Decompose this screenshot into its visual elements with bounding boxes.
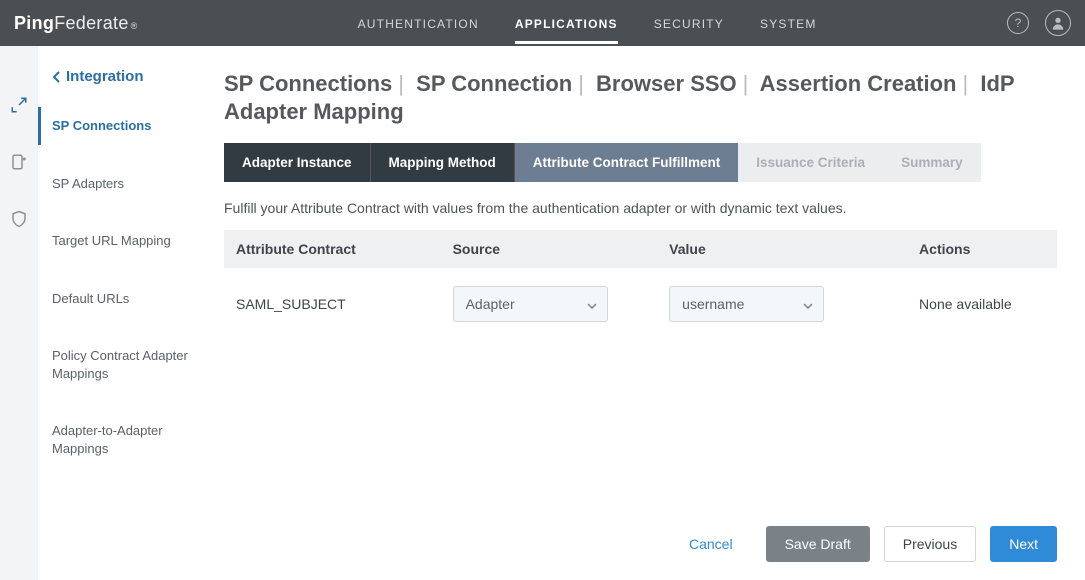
breadcrumb: SP Connections| SP Connection| Browser S… — [224, 70, 1057, 125]
tab-adapter-instance[interactable]: Adapter Instance — [224, 143, 371, 182]
th-value: Value — [657, 230, 907, 268]
source-select-value: Adapter — [466, 296, 515, 312]
attribute-table: Attribute Contract Source Value Actions … — [224, 230, 1057, 340]
source-select[interactable]: Adapter — [453, 286, 608, 322]
brand-logo: PingFederate® — [14, 13, 138, 34]
icon-rail — [0, 46, 38, 580]
main-content: SP Connections| SP Connection| Browser S… — [200, 46, 1085, 580]
chevron-down-icon — [803, 296, 813, 312]
tab-mapping-method[interactable]: Mapping Method — [371, 143, 515, 182]
wizard-footer: Cancel Save Draft Previous Next — [670, 526, 1057, 562]
crumb-0[interactable]: SP Connections — [224, 71, 392, 96]
nav-applications[interactable]: APPLICATIONS — [515, 3, 618, 44]
nav-authentication[interactable]: AUTHENTICATION — [358, 3, 479, 44]
rail-app-icon[interactable] — [10, 153, 28, 174]
tab-attribute-contract-fulfillment[interactable]: Attribute Contract Fulfillment — [515, 143, 739, 182]
rail-shield-icon[interactable] — [10, 210, 28, 231]
help-icon[interactable]: ? — [1007, 12, 1029, 34]
sidebar-item-default-urls[interactable]: Default URLs — [38, 280, 200, 318]
topbar-right: ? — [1007, 10, 1071, 36]
tab-issuance-criteria[interactable]: Issuance Criteria — [738, 143, 883, 182]
table-row: SAML_SUBJECT Adapter username — [224, 268, 1057, 340]
cell-actions: None available — [907, 268, 1057, 340]
wizard-tabs: Adapter Instance Mapping Method Attribut… — [224, 143, 1057, 182]
th-actions: Actions — [907, 230, 1057, 268]
value-select[interactable]: username — [669, 286, 824, 322]
previous-button[interactable]: Previous — [884, 526, 976, 562]
back-label: Integration — [66, 68, 144, 85]
cell-attribute: SAML_SUBJECT — [224, 268, 441, 340]
chevron-left-icon — [52, 71, 60, 83]
rail-integration-icon[interactable] — [10, 96, 28, 117]
user-avatar-icon[interactable] — [1045, 10, 1071, 36]
cancel-button[interactable]: Cancel — [670, 526, 752, 562]
sidebar-item-policy-contract-mappings[interactable]: Policy Contract Adapter Mappings — [38, 337, 200, 392]
sidebar-item-sp-adapters[interactable]: SP Adapters — [38, 165, 200, 203]
sidebar-item-target-url-mapping[interactable]: Target URL Mapping — [38, 222, 200, 260]
back-link[interactable]: Integration — [52, 68, 190, 85]
crumb-1[interactable]: SP Connection — [416, 71, 572, 96]
brand-registered: ® — [131, 21, 138, 31]
crumb-3[interactable]: Assertion Creation — [760, 71, 957, 96]
brand-federate: Federate — [54, 13, 128, 34]
chevron-down-icon — [587, 296, 597, 312]
th-attribute-contract: Attribute Contract — [224, 230, 441, 268]
th-source: Source — [441, 230, 658, 268]
value-select-value: username — [682, 296, 744, 312]
top-bar: PingFederate® AUTHENTICATION APPLICATION… — [0, 0, 1085, 46]
tab-summary[interactable]: Summary — [883, 143, 981, 182]
nav-security[interactable]: SECURITY — [654, 3, 724, 44]
primary-nav: AUTHENTICATION APPLICATIONS SECURITY SYS… — [358, 3, 817, 44]
save-draft-button[interactable]: Save Draft — [766, 526, 870, 562]
nav-system[interactable]: SYSTEM — [760, 3, 817, 44]
next-button[interactable]: Next — [990, 526, 1057, 562]
sidebar-item-adapter-to-adapter-mappings[interactable]: Adapter-to-Adapter Mappings — [38, 412, 200, 467]
side-nav: Integration SP Connections SP Adapters T… — [38, 46, 200, 580]
help-text: Fulfill your Attribute Contract with val… — [224, 200, 1057, 216]
brand-ping: Ping — [14, 13, 54, 34]
sidebar-item-sp-connections[interactable]: SP Connections — [38, 107, 200, 145]
crumb-2[interactable]: Browser SSO — [596, 71, 737, 96]
